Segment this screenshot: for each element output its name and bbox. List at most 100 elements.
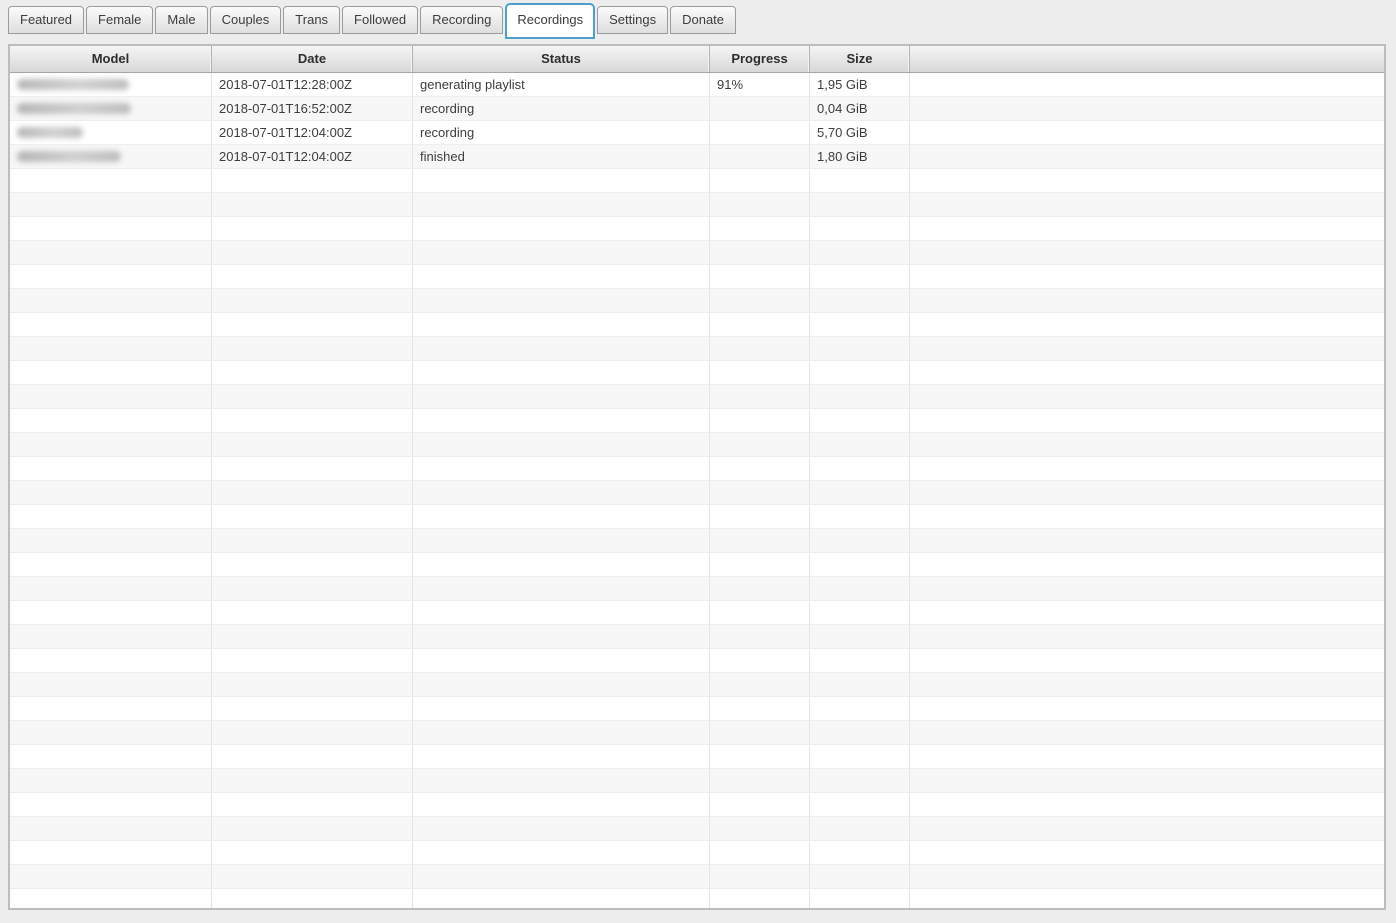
table-row[interactable]: 2018-07-01T12:04:00Zfinished1,80 GiB [10,145,1384,169]
table-row-empty[interactable] [10,745,1384,769]
cell-date [212,385,413,408]
cell-progress [710,865,810,888]
cell-progress [710,169,810,192]
table-row-empty[interactable] [10,865,1384,889]
cell-date [212,865,413,888]
column-header-progress[interactable]: Progress [710,46,810,72]
cell-progress [710,529,810,552]
table-row-empty[interactable] [10,553,1384,577]
table-row-empty[interactable] [10,673,1384,697]
column-header-date[interactable]: Date [212,46,413,72]
table-row-empty[interactable] [10,289,1384,313]
cell-status [413,817,710,840]
cell-size [810,457,910,480]
table-row-empty[interactable] [10,385,1384,409]
tab-followed[interactable]: Followed [342,6,418,34]
cell-progress [710,457,810,480]
cell-size [810,625,910,648]
cell-size [810,697,910,720]
table-row-empty[interactable] [10,889,1384,910]
tab-recording[interactable]: Recording [420,6,503,34]
cell-status [413,529,710,552]
table-row-empty[interactable] [10,793,1384,817]
cell-date [212,721,413,744]
table-row-empty[interactable] [10,649,1384,673]
cell-status [413,745,710,768]
cell-filler [910,697,1384,720]
redacted-model-name [17,103,131,114]
table-row-empty[interactable] [10,721,1384,745]
column-header-model[interactable]: Model [10,46,212,72]
cell-status [413,505,710,528]
table-row-empty[interactable] [10,457,1384,481]
table-row-empty[interactable] [10,193,1384,217]
cell-date [212,169,413,192]
cell-model [10,793,212,816]
cell-date [212,409,413,432]
cell-size [810,529,910,552]
column-header-filler [910,46,1384,72]
table-row-empty[interactable] [10,841,1384,865]
cell-date [212,361,413,384]
cell-size [810,385,910,408]
tab-settings[interactable]: Settings [597,6,668,34]
tab-female[interactable]: Female [86,6,153,34]
cell-filler [910,97,1384,120]
cell-status [413,553,710,576]
cell-progress [710,481,810,504]
table-row-empty[interactable] [10,217,1384,241]
table-row-empty[interactable] [10,337,1384,361]
table-row-empty[interactable] [10,625,1384,649]
cell-filler [910,409,1384,432]
table-row-empty[interactable] [10,313,1384,337]
table-row[interactable]: 2018-07-01T16:52:00Zrecording0,04 GiB [10,97,1384,121]
table-row-empty[interactable] [10,697,1384,721]
cell-model [10,817,212,840]
table-row-empty[interactable] [10,505,1384,529]
table-row[interactable]: 2018-07-01T12:04:00Zrecording5,70 GiB [10,121,1384,145]
table-row-empty[interactable] [10,433,1384,457]
cell-size: 0,04 GiB [810,97,910,120]
tab-couples[interactable]: Couples [210,6,282,34]
cell-progress [710,553,810,576]
cell-status [413,889,710,910]
cell-size [810,745,910,768]
table-row-empty[interactable] [10,409,1384,433]
tab-trans[interactable]: Trans [283,6,340,34]
tab-male[interactable]: Male [155,6,207,34]
table-row-empty[interactable] [10,265,1384,289]
cell-filler [910,385,1384,408]
cell-size: 1,95 GiB [810,73,910,96]
table-row-empty[interactable] [10,577,1384,601]
table-row-empty[interactable] [10,769,1384,793]
cell-model [10,745,212,768]
cell-date [212,697,413,720]
cell-status [413,457,710,480]
tab-featured[interactable]: Featured [8,6,84,34]
cell-progress [710,121,810,144]
cell-progress [710,577,810,600]
cell-size [810,433,910,456]
table-row-empty[interactable] [10,481,1384,505]
tab-donate[interactable]: Donate [670,6,736,34]
cell-model [10,601,212,624]
cell-filler [910,793,1384,816]
table-row-empty[interactable] [10,361,1384,385]
cell-status [413,337,710,360]
table-row-empty[interactable] [10,529,1384,553]
cell-model [10,169,212,192]
cell-filler [910,265,1384,288]
cell-size [810,361,910,384]
table-row-empty[interactable] [10,241,1384,265]
table-row[interactable]: 2018-07-01T12:28:00Zgenerating playlist9… [10,73,1384,97]
table-row-empty[interactable] [10,601,1384,625]
table-row-empty[interactable] [10,817,1384,841]
tab-recordings[interactable]: Recordings [505,3,595,39]
column-header-status[interactable]: Status [413,46,710,72]
cell-filler [910,649,1384,672]
cell-date [212,745,413,768]
cell-size [810,241,910,264]
cell-filler [910,217,1384,240]
column-header-size[interactable]: Size [810,46,910,72]
table-row-empty[interactable] [10,169,1384,193]
